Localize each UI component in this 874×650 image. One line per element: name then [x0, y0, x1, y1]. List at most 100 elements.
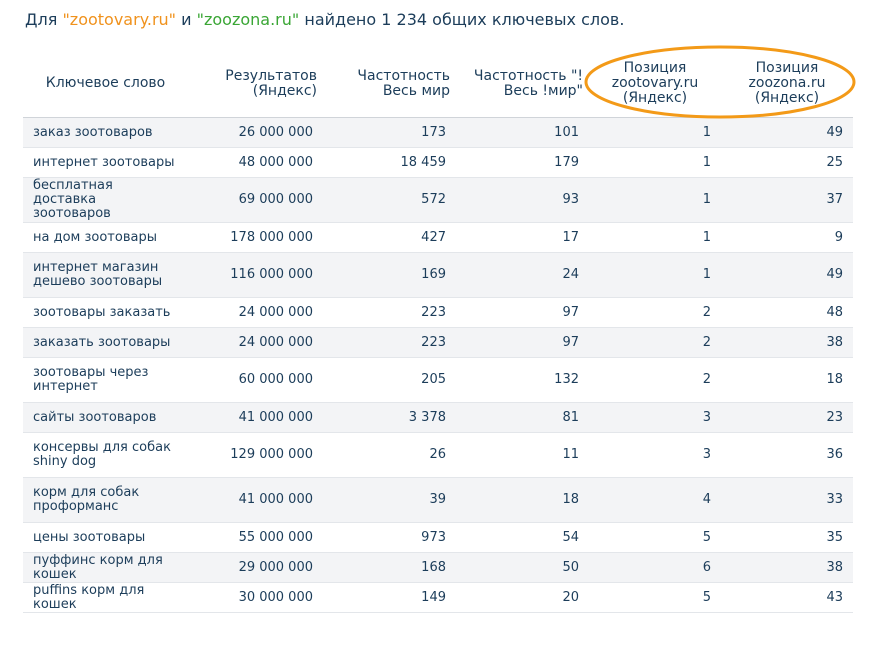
- table-header-row: Ключевое слово Результатов (Яндекс) Част…: [23, 50, 853, 118]
- cell-freq-world: 427: [323, 222, 456, 253]
- cell-results: 60 000 000: [188, 357, 323, 403]
- table-row: заказать зоотовары 24 000 000 223 97 2 38: [23, 327, 853, 358]
- cell-freq-world: 168: [323, 552, 456, 583]
- cell-position-site-a: 2: [589, 357, 721, 403]
- cell-results: 129 000 000: [188, 432, 323, 478]
- cell-keyword: корм для собак проформанс: [23, 477, 188, 523]
- cell-freq-world: 205: [323, 357, 456, 403]
- header-position-site-a[interactable]: Позиция zootovary.ru (Яндекс): [589, 50, 721, 118]
- cell-freq-exact: 101: [456, 117, 589, 148]
- site-b-name: "zoozona.ru": [196, 10, 300, 29]
- cell-keyword: заказ зоотоваров: [23, 117, 188, 148]
- table-row: puffins корм для кошек 30 000 000 149 20 5 43: [23, 582, 853, 613]
- table-row: зоотовары через интернет 60 000 000 205 132…: [23, 357, 853, 403]
- cell-freq-exact: 97: [456, 327, 589, 358]
- cell-position-site-b: 48: [721, 297, 853, 328]
- cell-keyword: сайты зоотоваров: [23, 402, 188, 433]
- cell-position-site-b: 25: [721, 147, 853, 178]
- cell-results: 24 000 000: [188, 297, 323, 328]
- cell-keyword: цены зоотовары: [23, 522, 188, 553]
- cell-position-site-a: 1: [589, 177, 721, 223]
- cell-keyword: зоотовары заказать: [23, 297, 188, 328]
- table-row: консервы для собак shiny dog 129 000 000 2…: [23, 432, 853, 478]
- cell-freq-exact: 50: [456, 552, 589, 583]
- headline-suffix: найдено 1 234 общих ключевых слов.: [299, 10, 625, 29]
- cell-keyword: puffins корм для кошек: [23, 582, 188, 613]
- cell-freq-world: 149: [323, 582, 456, 613]
- cell-keyword: зоотовары через интернет: [23, 357, 188, 403]
- cell-position-site-b: 36: [721, 432, 853, 478]
- table-row: корм для собак проформанс 41 000 000 39 18 4…: [23, 477, 853, 523]
- cell-freq-world: 169: [323, 252, 456, 298]
- cell-results: 26 000 000: [188, 117, 323, 148]
- cell-freq-exact: 11: [456, 432, 589, 478]
- cell-freq-world: 3 378: [323, 402, 456, 433]
- header-results[interactable]: Результатов (Яндекс): [188, 50, 323, 118]
- table-row: заказ зоотоваров 26 000 000 173 101 1 49: [23, 117, 853, 148]
- header-freq-exact[interactable]: Частотность "!Весь !мир": [456, 50, 589, 118]
- cell-keyword: интернет магазин дешево зоотовары: [23, 252, 188, 298]
- cell-freq-exact: 18: [456, 477, 589, 523]
- cell-results: 178 000 000: [188, 222, 323, 253]
- cell-results: 55 000 000: [188, 522, 323, 553]
- cell-freq-exact: 24: [456, 252, 589, 298]
- cell-keyword: на дом зоотовары: [23, 222, 188, 253]
- cell-position-site-b: 35: [721, 522, 853, 553]
- cell-position-site-b: 37: [721, 177, 853, 223]
- cell-position-site-b: 18: [721, 357, 853, 403]
- cell-results: 116 000 000: [188, 252, 323, 298]
- cell-freq-world: 223: [323, 297, 456, 328]
- cell-freq-exact: 97: [456, 297, 589, 328]
- headline-middle: и: [176, 10, 197, 29]
- cell-position-site-b: 49: [721, 117, 853, 148]
- cell-position-site-a: 1: [589, 117, 721, 148]
- table-row: интернет зоотовары 48 000 000 18 459 179 1 25: [23, 147, 853, 178]
- table-row: пуффинс корм для кошек 29 000 000 168 50 6 38: [23, 552, 853, 583]
- cell-position-site-a: 5: [589, 582, 721, 613]
- cell-position-site-a: 2: [589, 297, 721, 328]
- cell-results: 41 000 000: [188, 402, 323, 433]
- cell-keyword: пуффинс корм для кошек: [23, 552, 188, 583]
- table-row: интернет магазин дешево зоотовары 116 000…: [23, 252, 853, 298]
- cell-freq-world: 26: [323, 432, 456, 478]
- cell-results: 69 000 000: [188, 177, 323, 223]
- cell-position-site-b: 23: [721, 402, 853, 433]
- cell-position-site-b: 9: [721, 222, 853, 253]
- cell-results: 29 000 000: [188, 552, 323, 583]
- cell-freq-world: 18 459: [323, 147, 456, 178]
- cell-results: 24 000 000: [188, 327, 323, 358]
- cell-results: 30 000 000: [188, 582, 323, 613]
- cell-freq-world: 173: [323, 117, 456, 148]
- cell-position-site-a: 6: [589, 552, 721, 583]
- site-a-name: "zootovary.ru": [62, 10, 177, 29]
- cell-position-site-a: 3: [589, 402, 721, 433]
- header-freq-world[interactable]: Частотность Весь мир: [323, 50, 456, 118]
- cell-results: 41 000 000: [188, 477, 323, 523]
- cell-freq-exact: 17: [456, 222, 589, 253]
- cell-freq-world: 39: [323, 477, 456, 523]
- cell-freq-exact: 20: [456, 582, 589, 613]
- cell-position-site-b: 49: [721, 252, 853, 298]
- table-body: заказ зоотоваров 26 000 000 173 101 1 49 интер…: [23, 117, 853, 613]
- table-row: на дом зоотовары 178 000 000 427 17 1 9: [23, 222, 853, 253]
- cell-freq-exact: 81: [456, 402, 589, 433]
- header-keyword[interactable]: Ключевое слово: [23, 50, 188, 118]
- header-position-site-b[interactable]: Позиция zoozona.ru (Яндекс): [721, 50, 853, 118]
- cell-results: 48 000 000: [188, 147, 323, 178]
- keywords-table: Ключевое слово Результатов (Яндекс) Част…: [23, 50, 853, 613]
- cell-freq-exact: 132: [456, 357, 589, 403]
- cell-position-site-b: 38: [721, 552, 853, 583]
- cell-position-site-a: 3: [589, 432, 721, 478]
- cell-position-site-a: 1: [589, 222, 721, 253]
- table-row: цены зоотовары 55 000 000 973 54 5 35: [23, 522, 853, 553]
- cell-position-site-a: 2: [589, 327, 721, 358]
- headline-prefix: Для: [25, 10, 63, 29]
- cell-keyword: интернет зоотовары: [23, 147, 188, 178]
- cell-freq-exact: 93: [456, 177, 589, 223]
- cell-position-site-a: 4: [589, 477, 721, 523]
- cell-position-site-a: 5: [589, 522, 721, 553]
- table-row: бесплатная доставка зоотоваров 69 000 000…: [23, 177, 853, 223]
- summary-headline: Для "zootovary.ru" и "zoozona.ru" найден…: [25, 10, 624, 30]
- cell-freq-world: 572: [323, 177, 456, 223]
- cell-keyword: заказать зоотовары: [23, 327, 188, 358]
